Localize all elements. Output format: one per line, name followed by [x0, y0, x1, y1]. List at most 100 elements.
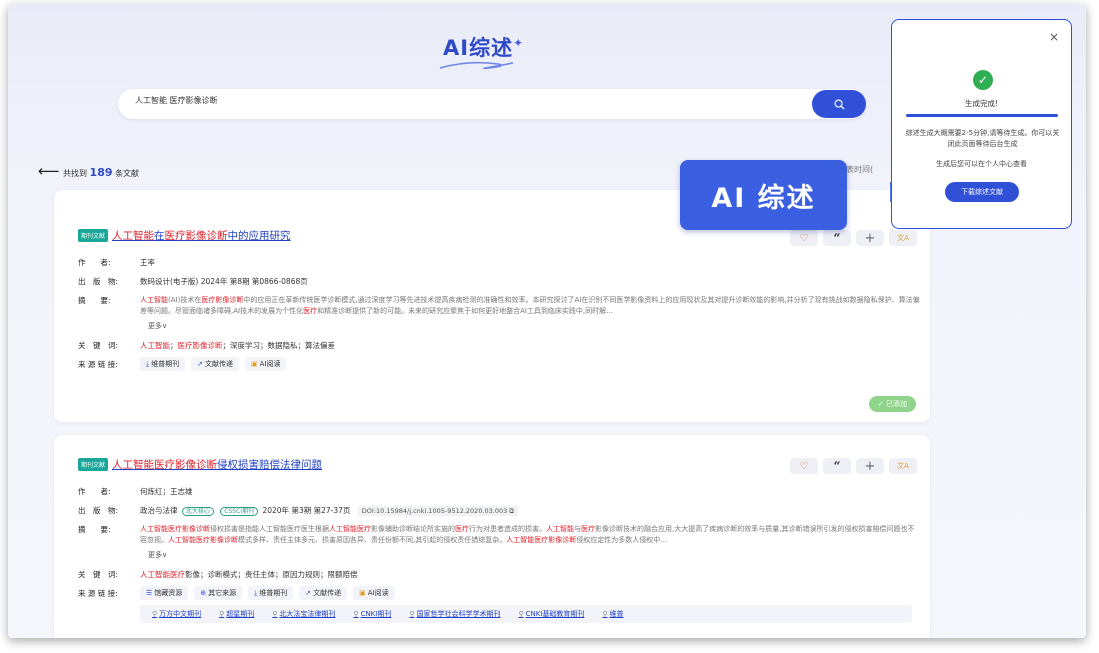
source-link-pill[interactable]: ☰ 馆藏资源 [140, 586, 189, 600]
abstract-label: 摘 要: [78, 296, 111, 305]
source-link-pill[interactable]: ▣ AI阅读 [353, 586, 395, 600]
author-label: 作 者: [78, 258, 111, 267]
results-suffix: 条文献 [115, 169, 140, 178]
added-button[interactable]: ✓ 已添加 [868, 396, 916, 412]
links-label: 来 源 链 接: [78, 360, 118, 369]
journal-tag: 期刊文献 [78, 229, 109, 242]
source-link-pill[interactable]: ➚ 文献传递 [191, 357, 239, 371]
source-name: CNKI基础教育期刊 [525, 610, 585, 618]
favorite-heart-icon[interactable]: ♡ [790, 458, 818, 474]
link-label: AI阅读 [367, 589, 389, 597]
source-link-pill[interactable]: ⤓ 维普期刊 [248, 586, 294, 600]
text-segment: 中的应用研究 [227, 230, 291, 242]
keywords-label: 关 键 词: [78, 570, 119, 579]
highlight-term: 人工智能医疗影像诊断 [168, 536, 238, 544]
article-card: 期刊文献 人工智能医疗影像诊断侵权损害赔偿法律问题 ♡ “ + 文A 作 者: … [54, 435, 930, 638]
source-link-pill[interactable]: ⊕ 其它来源 [194, 586, 243, 600]
article-actions: ♡ “ + 文A [790, 458, 917, 474]
link-icon: ⚲ [518, 610, 524, 618]
highlight-term: 人工智能医疗影像诊断 [112, 459, 218, 471]
link-label: 文献传递 [313, 589, 342, 597]
source-name: 维普 [609, 610, 624, 618]
cite-quote-icon[interactable]: “ [823, 230, 851, 246]
link-icon: ⚲ [353, 610, 359, 618]
link-icon: ⤓ [146, 360, 150, 368]
doi-copy[interactable]: DOI:10.15984/j.cnki.1005-9512.2020.03.00… [357, 506, 518, 516]
link-icon: ▣ [250, 360, 258, 368]
text-segment: 与 [574, 525, 581, 533]
author-value[interactable]: 王率 [140, 257, 155, 268]
search-button[interactable] [812, 90, 866, 118]
abstract-label-row: 摘 要: [78, 524, 140, 535]
external-source-link[interactable]: ⚲ 超星期刊 [219, 609, 254, 619]
external-source-link[interactable]: ⚲ 维普 [602, 609, 623, 619]
link-icon: ▣ [359, 589, 366, 597]
link-label: 维普期刊 [151, 360, 180, 368]
add-plus-icon[interactable]: + [856, 458, 884, 474]
link-icon: ⚲ [152, 610, 158, 618]
article-title[interactable]: 人工智能医疗影像诊断侵权损害赔偿法律问题 [112, 457, 322, 472]
highlight-term: 人工智能 [140, 296, 168, 304]
author-value[interactable]: 何炼红；王志雄 [140, 486, 193, 497]
link-icon: ⚲ [602, 610, 608, 618]
search-input[interactable] [135, 96, 735, 105]
external-source-link[interactable]: ⚲ CNKI期刊 [353, 609, 391, 619]
highlight-term: 医疗影像诊断 [164, 230, 228, 242]
link-icon: ⚲ [219, 610, 225, 618]
text-segment: 模式多样、责任主体多元、损害原因各异、责任份额不同,其引起的侵权责任错综复杂。 [238, 536, 507, 544]
author-label: 作 者: [78, 487, 111, 496]
abstract-text: 人工智能医疗影像诊断侵权损害是指能人工智能医疗医生根据人工智能医疗影像辅助诊断结… [140, 524, 920, 546]
text-segment: 影像辅助诊断结论所实施的 [371, 525, 455, 533]
publisher-field: 出 版 物: 政治与法律 北大核心 CSSCI期刊 2020年 第3期 第27-… [78, 505, 518, 516]
results-number: 189 [89, 166, 113, 179]
text-segment: (AI)技术在 [168, 296, 202, 304]
link-icon: ☰ [146, 589, 153, 597]
results-count: 共找到 189 条文献 [63, 166, 139, 179]
link-icon: ⚲ [272, 610, 278, 618]
favorite-heart-icon[interactable]: ♡ [790, 230, 818, 246]
keywords-value[interactable]: 人工智能；医疗影像诊断；深度学习；数据隐私；算法偏差 [140, 340, 335, 351]
source-name: CNKI期刊 [360, 610, 392, 618]
link-icon: ➚ [305, 589, 312, 597]
text-segment: 行为对患者造成的损害。 [469, 525, 546, 533]
cite-quote-icon[interactable]: “ [823, 458, 851, 474]
translate-icon[interactable]: 文A [889, 458, 917, 474]
close-icon[interactable]: × [1049, 30, 1059, 44]
translate-icon[interactable]: 文A [889, 230, 917, 246]
link-label: 其它来源 [208, 589, 237, 597]
add-plus-icon[interactable]: + [856, 230, 884, 246]
article-actions: ♡ “ + 文A [790, 230, 917, 246]
external-source-link[interactable]: ⚲ 国家哲学社会科学学术期刊 [409, 609, 500, 619]
status-text: 生成完成! [964, 99, 998, 108]
abstract-label: 摘 要: [78, 525, 111, 534]
external-source-link[interactable]: ⚲ CNKI基础教育期刊 [518, 609, 584, 619]
publisher-field: 出 版 物: 数码设计(电子版) 2024年 第8期 第0866-0868页 [78, 276, 308, 287]
highlight-term: 人工智能 [546, 525, 574, 533]
source-name: 万方中文期刊 [159, 610, 202, 618]
source-link-pill[interactable]: ➚ 文献传递 [299, 586, 348, 600]
source-link-pill[interactable]: ⤓ 维普期刊 [140, 357, 186, 371]
cssci-badge: CSSCI期刊 [220, 507, 259, 516]
journal-name[interactable]: 政治与法律 [140, 506, 178, 515]
keywords-field: 关 键 词: 人工智能医疗影像；诊断模式；责任主体；原因力规则；限额赔偿 [78, 569, 358, 580]
search-icon [834, 99, 845, 110]
keywords-value[interactable]: 人工智能医疗影像；诊断模式；责任主体；原因力规则；限额赔偿 [140, 569, 358, 580]
article-title-row: 期刊文献 人工智能医疗影像诊断侵权损害赔偿法律问题 [78, 457, 322, 472]
source-link-pill[interactable]: ▣ AI阅读 [244, 357, 287, 371]
back-arrow-icon[interactable]: ⟵ [38, 162, 60, 180]
search-bar [118, 89, 866, 119]
link-icon: ⤓ [254, 589, 258, 597]
download-review-button[interactable]: 下载综述文献 [945, 182, 1019, 202]
more-toggle[interactable]: 更多∨ [148, 321, 167, 331]
highlight-term: 医疗 [455, 525, 469, 533]
article-title[interactable]: 人工智能在医疗影像诊断中的应用研究 [112, 228, 291, 243]
author-field: 作 者: 何炼红；王志雄 [78, 486, 193, 497]
external-source-link[interactable]: ⚲ 北大法宝法律期刊 [272, 609, 335, 619]
publisher-value: 政治与法律 北大核心 CSSCI期刊 2020年 第3期 第27-37页 DOI… [140, 505, 518, 516]
core-journal-badge: 北大核心 [181, 507, 214, 516]
external-source-link[interactable]: ⚲ 万方中文期刊 [152, 609, 201, 619]
more-toggle[interactable]: 更多∨ [148, 550, 167, 560]
ai-review-callout: AI 综述 [680, 160, 847, 230]
keywords-label: 关 键 词: [78, 341, 119, 350]
logo-text: AI综述 [443, 36, 514, 60]
